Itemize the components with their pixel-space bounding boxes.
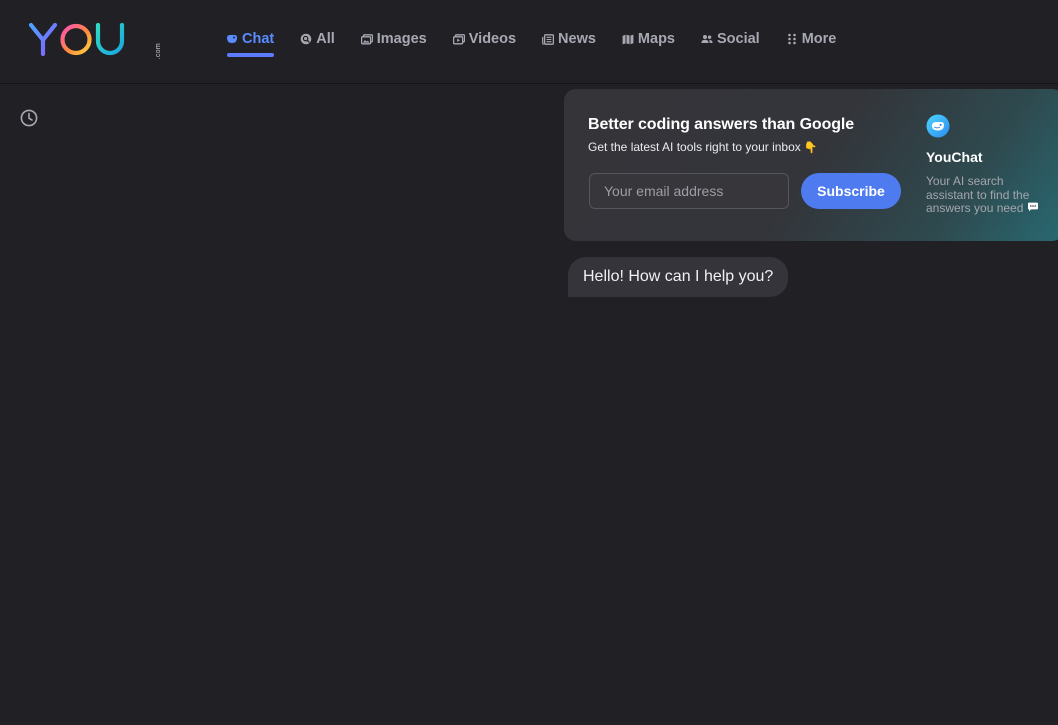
chat-bubble-icon	[1027, 202, 1039, 216]
logo-suffix: .com	[155, 43, 162, 60]
youchat-logo-icon	[926, 114, 950, 138]
grid-dots-icon	[786, 33, 798, 45]
map-icon	[622, 33, 634, 45]
video-icon	[452, 33, 465, 45]
newsletter-promo-card: Better coding answers than Google Get th…	[564, 89, 1058, 241]
you-logo[interactable]: .com	[28, 20, 162, 60]
tab-label: All	[316, 31, 335, 47]
promo-subtitle-text: Get the latest AI tools right to your in…	[588, 140, 801, 154]
top-header: .com Chat All Images Videos News Maps So…	[0, 0, 1058, 84]
clock-icon[interactable]	[19, 108, 39, 128]
promo-subtitle: Get the latest AI tools right to your in…	[588, 140, 818, 154]
promo-title: Better coding answers than Google	[588, 116, 855, 133]
youchat-title: YouChat	[926, 149, 983, 165]
tab-label: More	[801, 31, 837, 47]
youchat-description-text: Your AI search assistant to find the ans…	[926, 174, 1030, 215]
tab-maps[interactable]: Maps	[622, 26, 675, 52]
active-tab-indicator	[227, 53, 275, 57]
email-input[interactable]	[589, 173, 789, 209]
people-icon	[701, 33, 713, 45]
tab-chat[interactable]: Chat	[226, 26, 275, 57]
image-icon	[360, 33, 373, 45]
tab-label: News	[558, 31, 596, 47]
tab-more[interactable]: More	[786, 26, 837, 52]
tab-all[interactable]: All	[300, 26, 335, 52]
tab-label: Videos	[468, 31, 517, 47]
tab-label: Social	[717, 31, 760, 47]
chat-bird-icon	[226, 33, 238, 45]
search-tabs: Chat All Images Videos News Maps Social …	[226, 26, 862, 58]
tab-label: Chat	[242, 31, 275, 47]
tab-label: Maps	[637, 31, 675, 47]
you-logo-mark	[28, 22, 125, 57]
tab-images[interactable]: Images	[360, 26, 427, 52]
tab-videos[interactable]: Videos	[452, 26, 517, 52]
tab-label: Images	[376, 31, 427, 47]
youchat-description: Your AI search assistant to find the ans…	[926, 174, 1054, 216]
pointing-down-emoji: 👇	[803, 142, 818, 154]
tab-news[interactable]: News	[542, 26, 596, 52]
newspaper-icon	[542, 33, 555, 45]
subscribe-button[interactable]: Subscribe	[801, 173, 901, 209]
assistant-message-text: Hello! How can I help you?	[583, 268, 774, 285]
tab-social[interactable]: Social	[701, 26, 760, 52]
assistant-message: Hello! How can I help you?	[568, 257, 789, 297]
search-icon	[300, 33, 312, 45]
